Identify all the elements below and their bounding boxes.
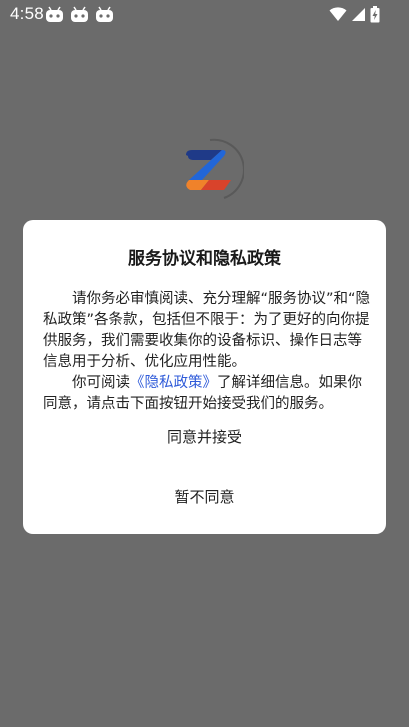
status-time: 4:58: [10, 4, 44, 23]
privacy-dialog: 服务协议和隐私政策 请你务必审慎阅读、充分理解“服务协议”和“隐私政策”各条款，…: [23, 220, 386, 534]
terms-paragraph: 请你务必审慎阅读、充分理解“服务协议”和“隐私政策”各条款，包括但不限于：为了更…: [43, 291, 371, 370]
accept-button[interactable]: 同意并接受: [23, 426, 386, 447]
android-icon: [95, 6, 114, 23]
app-logo: [176, 136, 245, 204]
wifi-icon: [329, 7, 347, 22]
battery-charging-icon: [370, 6, 380, 23]
dialog-title: 服务协议和隐私政策: [128, 249, 281, 269]
notification-icons: [45, 6, 114, 23]
privacy-paragraph: 你可阅读《隐私政策》了解详细信息。如果你同意，请点击下面按钮开始接受我们的服务。: [43, 373, 373, 415]
system-status-icons: [329, 6, 380, 23]
decline-button[interactable]: 暂不同意: [23, 486, 386, 507]
android-icon: [70, 6, 89, 23]
status-bar: 4:58: [0, 0, 409, 30]
privacy-text-prefix: 你可阅读: [72, 375, 130, 391]
dialog-body: 请你务必审慎阅读、充分理解“服务协议”和“隐私政策”各条款，包括但不限于：为了更…: [43, 289, 373, 415]
privacy-policy-link[interactable]: 《隐私政策》: [130, 375, 217, 391]
android-icon: [45, 6, 64, 23]
cell-signal-icon: [351, 7, 366, 22]
